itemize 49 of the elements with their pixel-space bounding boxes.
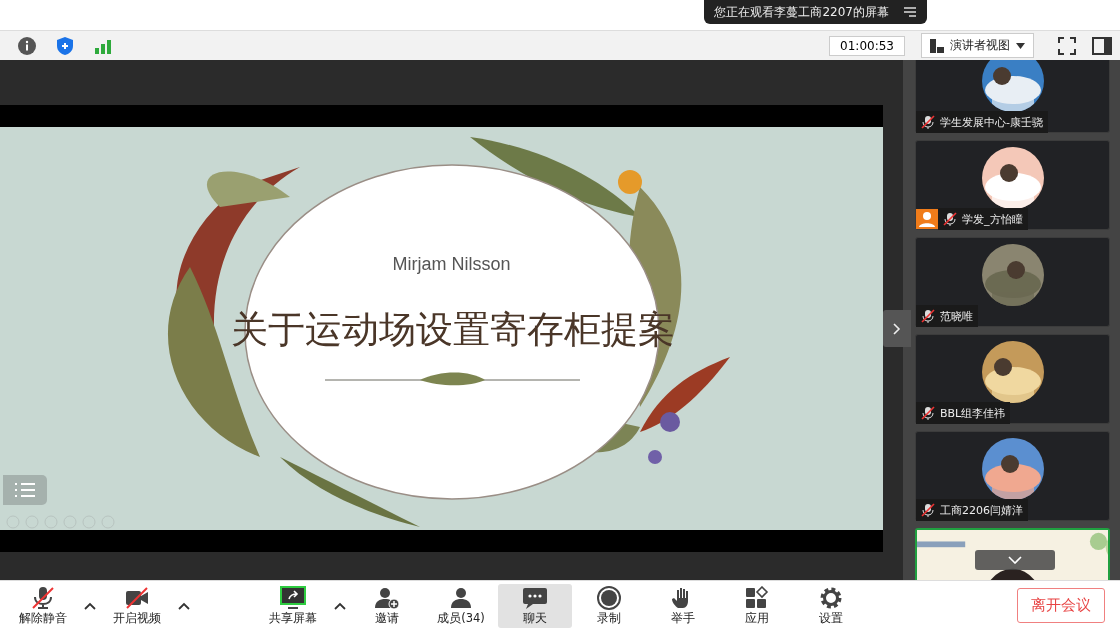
caret-icon[interactable]: [84, 601, 96, 610]
participant-name: 工商2206闫婧洋: [940, 502, 1023, 518]
record-icon: [596, 585, 622, 610]
chat-button[interactable]: 聊天: [498, 583, 572, 628]
fullscreen-icon[interactable]: [1058, 36, 1076, 55]
menu-icon[interactable]: [903, 6, 917, 18]
participant-tile[interactable]: BBL组李佳祎: [915, 334, 1110, 424]
slide-list-button[interactable]: [3, 475, 47, 505]
participant-name: 学生发展中心-康壬骁: [940, 114, 1043, 130]
screen-icon: [280, 585, 306, 610]
participant-tile[interactable]: 学生发展中心-康壬骁: [915, 60, 1110, 133]
collapse-panel-button[interactable]: [883, 310, 911, 347]
shield-icon[interactable]: [55, 35, 75, 56]
caret-icon[interactable]: [178, 601, 190, 610]
participant-name: 学发_方怡瞳: [962, 211, 1023, 227]
hand-button[interactable]: 举手: [646, 583, 720, 628]
view-dropdown[interactable]: 演讲者视图: [921, 33, 1034, 58]
participant-tile[interactable]: 学发_方怡瞳: [915, 140, 1110, 230]
settings-button[interactable]: 设置: [794, 583, 868, 628]
slide-author: Mirjam Nilsson: [391, 254, 512, 275]
chevron-right-icon: [893, 322, 901, 335]
settings-icon: [818, 585, 844, 610]
record-button[interactable]: 录制: [572, 583, 646, 628]
camera-icon: [124, 585, 150, 610]
mic-button[interactable]: 解除静音: [6, 583, 80, 628]
caret-icon[interactable]: [334, 601, 346, 610]
chat-icon: [522, 585, 548, 610]
invite-button[interactable]: 邀请: [350, 583, 424, 628]
camera-button[interactable]: 开启视频: [100, 583, 174, 628]
microphone-icon: [30, 585, 56, 610]
participant-tile[interactable]: 范晓唯: [915, 237, 1110, 327]
list-icon: [15, 483, 35, 497]
sharing-status-text: 您正在观看李蔓工商2207的屏幕: [714, 3, 889, 21]
leave-meeting-button[interactable]: 离开会议: [1017, 588, 1105, 623]
people-icon: [448, 585, 474, 610]
members-button[interactable]: 成员(34): [424, 583, 498, 628]
chevron-down-icon: [1008, 556, 1022, 564]
meeting-timer: 01:00:53: [829, 35, 905, 56]
participant-tile[interactable]: 工商2206闫婧洋: [915, 431, 1110, 521]
participant-name: BBL组李佳祎: [940, 405, 1006, 421]
info-icon[interactable]: [17, 35, 37, 56]
share-button[interactable]: 共享屏幕: [256, 583, 330, 628]
side-panel-icon[interactable]: [1092, 36, 1112, 55]
add-person-icon: [374, 585, 400, 610]
layout-icon: [930, 38, 944, 53]
apps-icon: [744, 585, 770, 610]
apps-button[interactable]: 应用: [720, 583, 794, 628]
participant-name: 范晓唯: [940, 308, 973, 324]
caret-icon: [1016, 42, 1025, 49]
